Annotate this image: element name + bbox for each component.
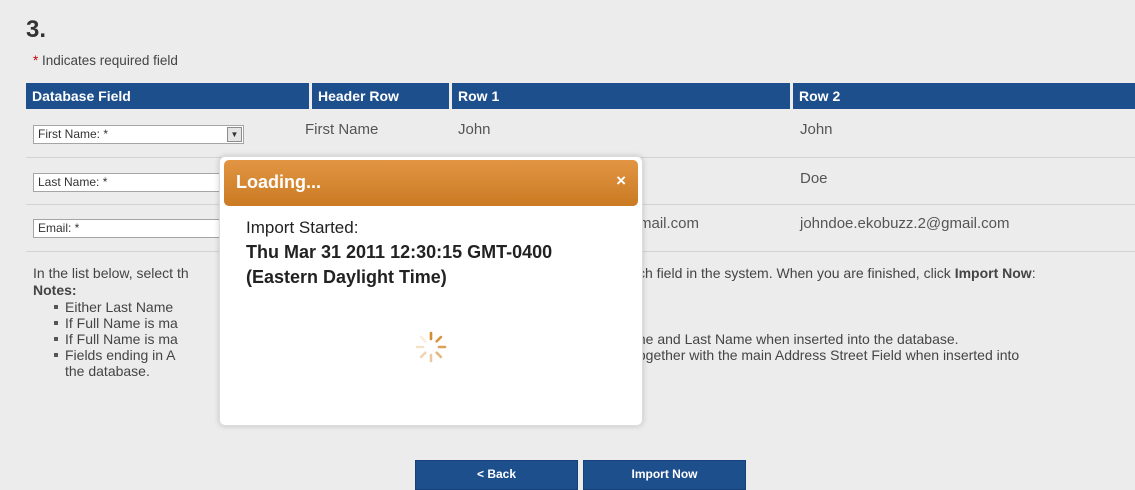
row2-cell: Doe [800, 170, 828, 187]
column-database-field: Database Field [26, 83, 309, 109]
row2-cell: John [800, 121, 833, 138]
last-name-field-select[interactable]: Last Name: * ▼ [33, 173, 244, 192]
chevron-down-icon[interactable]: ▼ [227, 127, 242, 142]
import-timestamp: Thu Mar 31 2011 12:30:15 GMT-0400 (Easte… [246, 242, 553, 287]
first-name-field-select[interactable]: First Name: * ▼ [33, 125, 244, 144]
dialog-body: Import Started: Thu Mar 31 2011 12:30:15… [246, 218, 626, 290]
row1-cell: John [458, 121, 491, 138]
select-value: Last Name: * [38, 175, 108, 189]
row1-cell: mail.com [639, 215, 700, 232]
instructions-text-left: In the list below, select th [33, 265, 189, 281]
email-field-select[interactable]: Email: * ▼ [33, 219, 244, 238]
import-now-reference: Import Now [954, 265, 1032, 281]
table-row: First Name: * ▼ First Name John John [26, 111, 1135, 158]
back-button[interactable]: < Back [415, 460, 578, 490]
column-header-row: Header Row [312, 83, 449, 109]
required-note-text: Indicates required field [38, 53, 178, 68]
header-cell: First Name [305, 121, 379, 138]
grid-header: Database Field Header Row Row 1 Row 2 [26, 83, 1135, 109]
close-icon[interactable]: × [616, 171, 626, 191]
instructions-text-right: ch field in the system. When you are fin… [638, 265, 1036, 281]
select-value: First Name: * [38, 127, 109, 141]
step-number: 3. [26, 16, 47, 43]
column-row-2: Row 2 [793, 83, 1135, 109]
dialog-header: Loading... × [224, 160, 638, 206]
row2-cell: johndoe.ekobuzz.2@gmail.com [800, 215, 1010, 232]
import-now-button[interactable]: Import Now [583, 460, 746, 490]
column-row-1: Row 1 [452, 83, 790, 109]
required-field-note: * Indicates required field [33, 53, 178, 68]
loading-spinner-icon [415, 331, 447, 363]
dialog-title: Loading... [236, 172, 321, 192]
select-value: Email: * [38, 221, 80, 235]
import-started-label: Import Started: [246, 218, 359, 237]
